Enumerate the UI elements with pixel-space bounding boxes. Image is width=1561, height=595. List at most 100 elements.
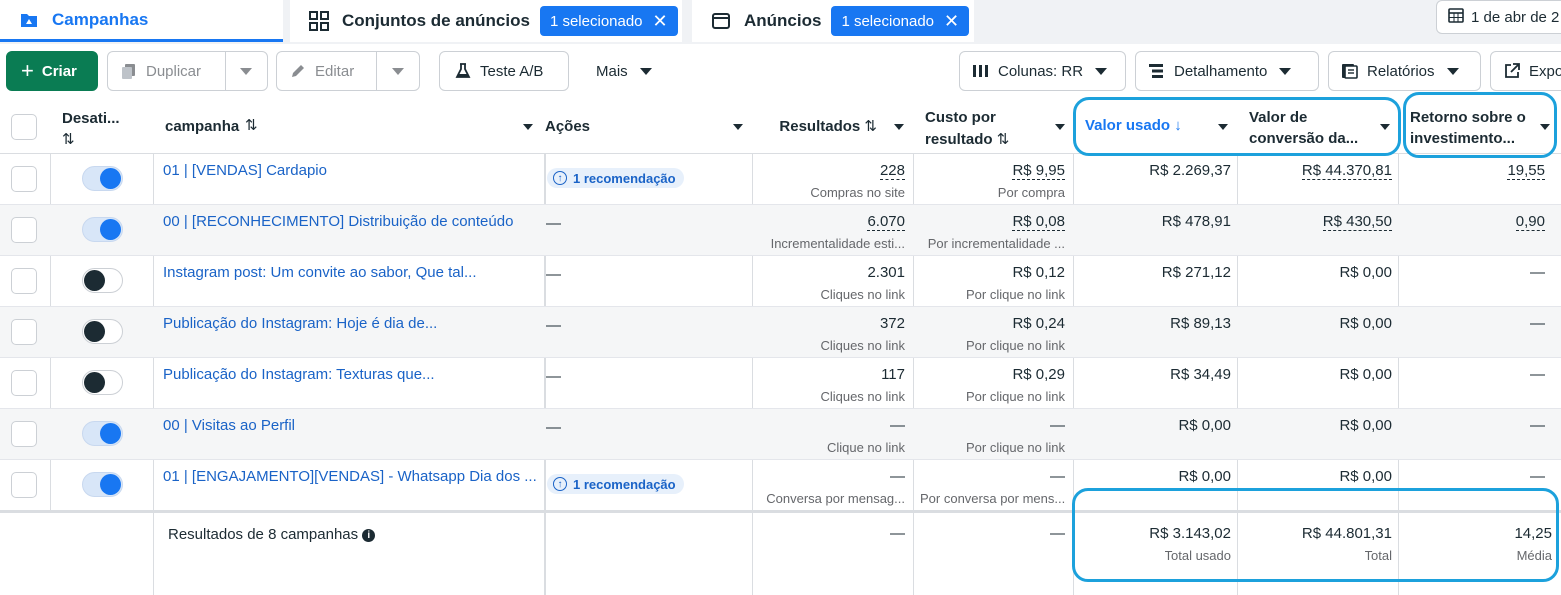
column-header-custo[interactable]: Custo por resultado ⇅ [925,100,1073,154]
chevron-down-icon[interactable] [1218,124,1228,130]
table-row[interactable]: Publicação do Instagram: Texturas que...… [0,358,1561,409]
close-icon[interactable]: ✕ [944,11,959,32]
cost-per-result: R$ 0,24 [1012,315,1065,332]
row-checkbox[interactable] [11,421,37,447]
columns-icon [972,63,990,79]
amount-spent: R$ 271,12 [1161,264,1231,281]
table-row[interactable]: 01 | [ENGAJAMENTO][VENDAS] - Whatsapp Di… [0,460,1561,511]
breakdown-button[interactable]: Detalhamento [1135,51,1319,91]
pencil-icon [289,62,307,80]
close-icon[interactable]: ✕ [653,11,668,32]
amount-spent: R$ 0,00 [1178,468,1231,485]
table-row[interactable]: 01 | [VENDAS] Cardapio ↑ 1 recomendação 2… [0,154,1561,205]
conversion-value: R$ 0,00 [1339,417,1392,434]
results-label: Incrementalidade esti... [770,236,905,251]
chevron-down-icon[interactable] [1380,124,1390,130]
summary-roas: 14,25 [1514,525,1552,542]
row-checkbox[interactable] [11,370,37,396]
create-label: Criar [41,62,77,80]
roas-value: 0,90 [1515,213,1545,231]
chevron-down-icon[interactable] [733,124,743,130]
row-checkbox[interactable] [11,268,37,294]
selection-chip[interactable]: 1 selecionado ✕ [831,6,970,36]
calendar-icon [1447,6,1465,28]
campaign-toggle[interactable] [82,319,123,344]
results-label: Cliques no link [820,338,905,353]
column-header-resultados[interactable]: Resultados ⇅ [753,100,913,154]
campaign-name-link[interactable]: 01 | [ENGAJAMENTO][VENDAS] - Whatsapp Di… [163,468,537,485]
campaign-toggle[interactable] [82,166,123,191]
chevron-down-icon[interactable] [1540,124,1550,130]
arrow-up-circle-icon: ↑ [553,477,567,491]
results-value: 372 [879,315,905,332]
more-button[interactable]: Mais [582,51,672,91]
table-header: Desati... ⇅ campanha ⇅ Ações Resultados … [0,100,1561,154]
row-checkbox[interactable] [11,166,37,192]
column-header-campanha[interactable]: campanha ⇅ [165,100,543,154]
tab-anuncios[interactable]: Anúncios 1 selecionado ✕ [692,0,974,42]
table-row[interactable]: 00 | [RECONHECIMENTO] Distribuição de co… [0,205,1561,256]
actions-cell: — [546,368,561,385]
chevron-down-icon[interactable] [1055,124,1065,130]
campaign-name-link[interactable]: 00 | Visitas ao Perfil [163,417,295,434]
actions-cell: — [546,419,561,436]
ab-test-button[interactable]: Teste A/B [439,51,569,91]
select-all-checkbox[interactable] [11,114,37,140]
chevron-down-icon[interactable] [240,68,252,75]
conversion-value: R$ 44.370,81 [1301,162,1392,180]
copy-icon [120,62,138,80]
amount-spent: R$ 34,49 [1170,366,1231,383]
campaign-name-link[interactable]: 00 | [RECONHECIMENTO] Distribuição de co… [163,213,513,230]
tab-conjuntos[interactable]: Conjuntos de anúncios 1 selecionado ✕ [290,0,682,42]
recommendation-badge[interactable]: ↑ 1 recomendação [547,474,684,494]
duplicate-button[interactable]: Duplicar [107,51,268,91]
table-row[interactable]: Publicação do Instagram: Hoje é dia de..… [0,307,1561,358]
actions-cell: — [546,317,561,334]
row-checkbox[interactable] [11,472,37,498]
roas-value: — [1530,366,1545,383]
selection-chip[interactable]: 1 selecionado ✕ [539,6,678,36]
campaign-name-link[interactable]: 01 | [VENDAS] Cardapio [163,162,327,179]
row-checkbox[interactable] [11,319,37,345]
results-value: 117 [881,366,905,383]
export-button[interactable]: Expo [1490,51,1561,91]
results-label: Conversa por mensag... [766,491,905,506]
campaign-name-link[interactable]: Instagram post: Um convite ao sabor, Que… [163,264,476,281]
chevron-down-icon[interactable] [392,68,404,75]
roas-value: — [1530,315,1545,332]
campaign-toggle[interactable] [82,217,123,242]
date-range-button[interactable]: 1 de abr de 2 [1436,0,1561,34]
column-header-off[interactable]: Desati... ⇅ [62,100,150,154]
chevron-down-icon[interactable] [894,124,904,130]
table-row[interactable]: 00 | Visitas ao Perfil — — Clique no lin… [0,409,1561,460]
folder-icon [18,9,40,31]
tab-campanhas[interactable]: Campanhas [0,0,283,42]
campaign-name-link[interactable]: Publicação do Instagram: Hoje é dia de..… [163,315,437,332]
conversion-value: R$ 430,50 [1322,213,1392,231]
row-checkbox[interactable] [11,217,37,243]
campaign-toggle[interactable] [82,472,123,497]
columns-button[interactable]: Colunas: RR [959,51,1126,91]
column-header-retorno[interactable]: Retorno sobre o investimento... [1410,100,1561,154]
recommendation-badge[interactable]: ↑ 1 recomendação [547,168,684,188]
campaigns-table: Desati... ⇅ campanha ⇅ Ações Resultados … [0,100,1561,595]
toolbar: + Criar Duplicar Editar Teste A/B Mais C… [0,44,1561,100]
campaign-toggle[interactable] [82,370,123,395]
report-icon [1341,62,1359,80]
table-row[interactable]: Instagram post: Um convite ao sabor, Que… [0,256,1561,307]
campaign-name-link[interactable]: Publicação do Instagram: Texturas que... [163,366,435,383]
column-header-acoes[interactable]: Ações [545,100,751,154]
results-label: Compras no site [810,185,905,200]
export-label: Expo [1529,62,1561,80]
external-link-icon [1503,62,1521,80]
reports-button[interactable]: Relatórios [1328,51,1481,91]
chevron-down-icon[interactable] [523,124,533,130]
column-header-valor-usado[interactable]: Valor usado ↓ [1085,100,1237,154]
edit-button[interactable]: Editar [276,51,420,91]
campaign-toggle[interactable] [82,268,123,293]
column-header-valor-conversao[interactable]: Valor de conversão da... [1249,100,1398,154]
create-button[interactable]: + Criar [6,51,98,91]
results-label: Cliques no link [820,389,905,404]
info-icon[interactable]: i [362,529,376,542]
campaign-toggle[interactable] [82,421,123,446]
